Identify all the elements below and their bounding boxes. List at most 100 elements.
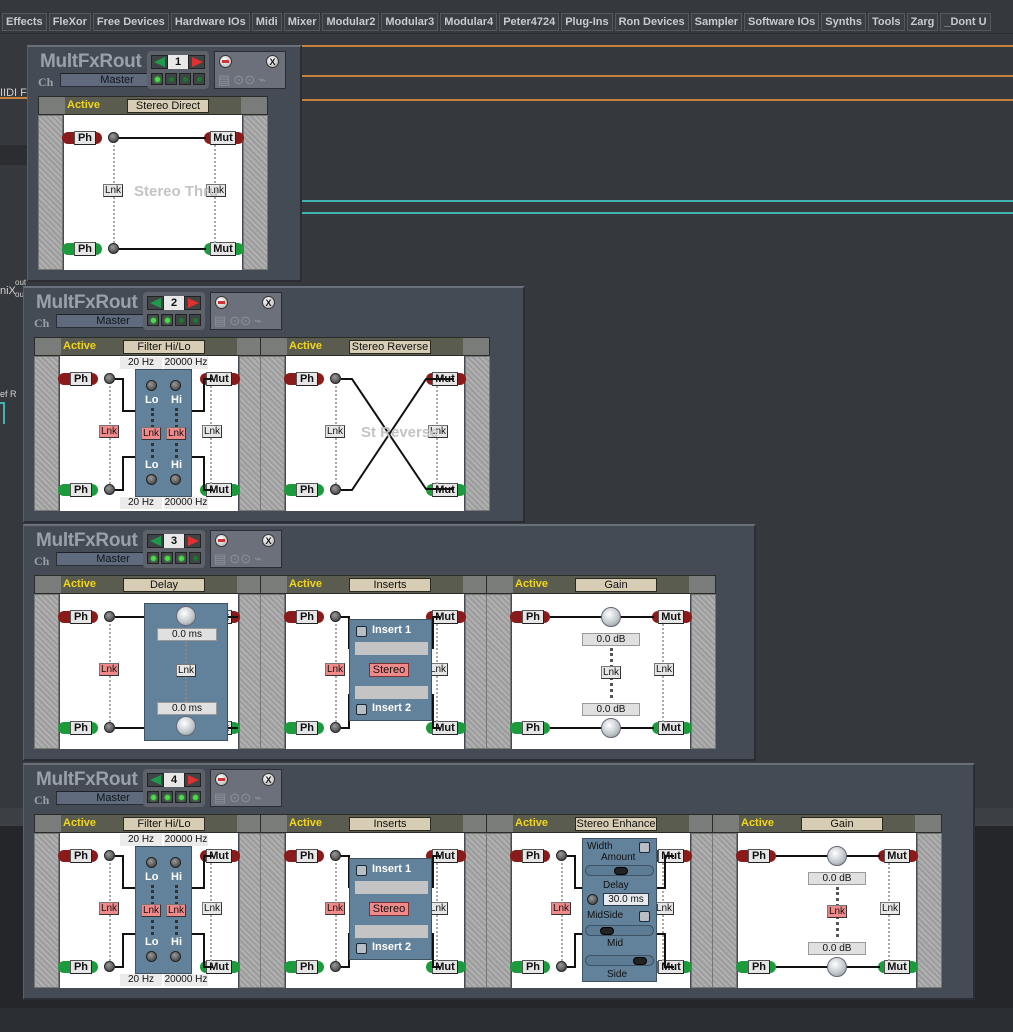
bypass-plug-icon[interactable]: ⌁ bbox=[254, 551, 262, 567]
minimize-button[interactable] bbox=[215, 773, 228, 786]
pan-right-knob[interactable] bbox=[330, 961, 341, 972]
stereo-mode-button[interactable]: Stereo bbox=[369, 663, 409, 677]
effect-select[interactable]: Gain bbox=[575, 578, 657, 592]
minimize-button[interactable] bbox=[215, 534, 228, 547]
hi-link-button[interactable]: Lnk bbox=[166, 427, 186, 440]
next-arrow-icon[interactable] bbox=[184, 534, 201, 548]
tab-modular3[interactable]: Modular3 bbox=[381, 13, 439, 31]
amount-slider[interactable] bbox=[585, 865, 654, 876]
effect-select[interactable]: Gain bbox=[801, 817, 883, 831]
link-left-button[interactable]: Lnk bbox=[551, 902, 571, 915]
close-button[interactable]: X bbox=[262, 773, 275, 786]
close-button[interactable]: X bbox=[266, 55, 279, 68]
phase-right-button[interactable]: Ph bbox=[70, 721, 92, 735]
mute-left-button[interactable]: Mut bbox=[884, 849, 910, 863]
pan-right-knob[interactable] bbox=[104, 484, 115, 495]
lo-cut-knob-bottom[interactable] bbox=[146, 951, 157, 962]
delay-left-knob[interactable] bbox=[176, 606, 196, 626]
active-toggle[interactable]: Active bbox=[63, 817, 96, 829]
link-left-button[interactable]: Lnk bbox=[325, 663, 345, 676]
phase-left-button[interactable]: Ph bbox=[74, 131, 96, 145]
active-toggle[interactable]: Active bbox=[289, 817, 322, 829]
link-left-button[interactable]: Lnk bbox=[99, 663, 119, 676]
tab-modular4[interactable]: Modular4 bbox=[440, 13, 498, 31]
phase-right-button[interactable]: Ph bbox=[70, 483, 92, 497]
delay-right-knob[interactable] bbox=[176, 716, 196, 736]
slot-led-1[interactable] bbox=[147, 552, 159, 564]
mute-left-button[interactable]: Mut bbox=[658, 610, 684, 624]
lo-cut-knob-bottom[interactable] bbox=[146, 474, 157, 485]
stereo-link-icon[interactable]: ⊙⊙ bbox=[229, 313, 251, 329]
gain-left-value[interactable]: 0.0 dB bbox=[582, 633, 640, 646]
gain-right-knob[interactable] bbox=[827, 957, 847, 977]
link-right-button[interactable]: Lnk bbox=[202, 425, 222, 438]
tab-flexor[interactable]: FleXor bbox=[48, 13, 91, 31]
phase-right-button[interactable]: Ph bbox=[296, 960, 318, 974]
delay-left-value[interactable]: 0.0 ms bbox=[157, 628, 217, 641]
link-left-button[interactable]: Lnk bbox=[99, 902, 119, 915]
gain-left-knob[interactable] bbox=[827, 846, 847, 866]
slot-led-1[interactable] bbox=[147, 314, 159, 326]
slot-led-1[interactable] bbox=[147, 791, 159, 803]
insert1-slot[interactable] bbox=[355, 642, 428, 655]
mute-right-button[interactable]: Mut bbox=[658, 721, 684, 735]
effect-select[interactable]: Stereo Enhance bbox=[575, 817, 657, 831]
next-arrow-icon[interactable] bbox=[184, 773, 201, 787]
tab-dont-u[interactable]: _Dont U bbox=[940, 13, 991, 31]
gain-link-button[interactable]: Lnk bbox=[827, 905, 847, 918]
slot-led-4[interactable] bbox=[189, 552, 201, 564]
close-button[interactable]: X bbox=[262, 296, 275, 309]
insert2-checkbox[interactable] bbox=[356, 704, 367, 715]
mute-right-button[interactable]: Mut bbox=[884, 960, 910, 974]
link-left-button[interactable]: Lnk bbox=[99, 425, 119, 438]
tab-hardware-ios[interactable]: Hardware IOs bbox=[170, 13, 250, 31]
insert2-checkbox[interactable] bbox=[356, 943, 367, 954]
hi-freq-top[interactable]: 20000 Hz bbox=[164, 834, 208, 846]
slot-led-3[interactable] bbox=[175, 791, 187, 803]
tab-free-devices[interactable]: Free Devices bbox=[92, 13, 169, 31]
tab-synths[interactable]: Synths bbox=[821, 13, 866, 31]
delay-knob[interactable] bbox=[587, 894, 598, 905]
amount-slider-thumb[interactable] bbox=[614, 867, 628, 875]
phase-right-button[interactable]: Ph bbox=[522, 960, 544, 974]
pan-left-knob[interactable] bbox=[330, 611, 341, 622]
tab-plug-ins[interactable]: Plug-Ins bbox=[561, 13, 613, 31]
stereo-link-icon[interactable]: ⊙⊙ bbox=[233, 72, 255, 88]
hi-freq-top[interactable]: 20000 Hz bbox=[164, 357, 208, 369]
slot-led-2[interactable] bbox=[161, 552, 173, 564]
stereo-link-icon[interactable]: ⊙⊙ bbox=[229, 551, 251, 567]
prev-arrow-icon[interactable] bbox=[147, 296, 164, 310]
link-right-button[interactable]: Lnk bbox=[654, 663, 674, 676]
lo-freq-bottom[interactable]: 20 Hz bbox=[120, 497, 162, 509]
lo-link-button[interactable]: Lnk bbox=[141, 904, 161, 917]
pan-right-knob[interactable] bbox=[556, 961, 567, 972]
gain-right-value[interactable]: 0.0 dB bbox=[582, 703, 640, 716]
slot-led-3[interactable] bbox=[179, 73, 191, 85]
bypass-plug-icon[interactable]: ⌁ bbox=[258, 72, 266, 88]
insert2-slot[interactable] bbox=[355, 925, 428, 938]
phase-left-button[interactable]: Ph bbox=[296, 849, 318, 863]
tab-zarg[interactable]: Zarg bbox=[906, 13, 939, 31]
copy-icon[interactable]: ▤ bbox=[214, 313, 226, 329]
close-button[interactable]: X bbox=[262, 534, 275, 547]
tab-software-ios[interactable]: Software IOs bbox=[744, 13, 820, 31]
copy-icon[interactable]: ▤ bbox=[218, 72, 230, 88]
gain-link-button[interactable]: Lnk bbox=[601, 666, 621, 679]
slot-led-4[interactable] bbox=[189, 314, 201, 326]
phase-left-button[interactable]: Ph bbox=[748, 849, 770, 863]
slot-led-4[interactable] bbox=[193, 73, 205, 85]
gain-left-value[interactable]: 0.0 dB bbox=[808, 872, 866, 885]
prev-arrow-icon[interactable] bbox=[147, 534, 164, 548]
link-right-button[interactable]: Lnk bbox=[880, 902, 900, 915]
mid-slider-thumb[interactable] bbox=[600, 927, 614, 935]
link-right-button[interactable]: Lnk bbox=[202, 902, 222, 915]
tab-tools[interactable]: Tools bbox=[867, 13, 905, 31]
insert2-slot[interactable] bbox=[355, 686, 428, 699]
insert1-checkbox[interactable] bbox=[356, 626, 367, 637]
minimize-button[interactable] bbox=[215, 296, 228, 309]
effect-select[interactable]: Inserts bbox=[349, 817, 431, 831]
side-slider-thumb[interactable] bbox=[633, 957, 647, 965]
slot-led-2[interactable] bbox=[161, 791, 173, 803]
hi-cut-knob-top[interactable] bbox=[170, 857, 181, 868]
tab-modular2[interactable]: Modular2 bbox=[322, 13, 380, 31]
